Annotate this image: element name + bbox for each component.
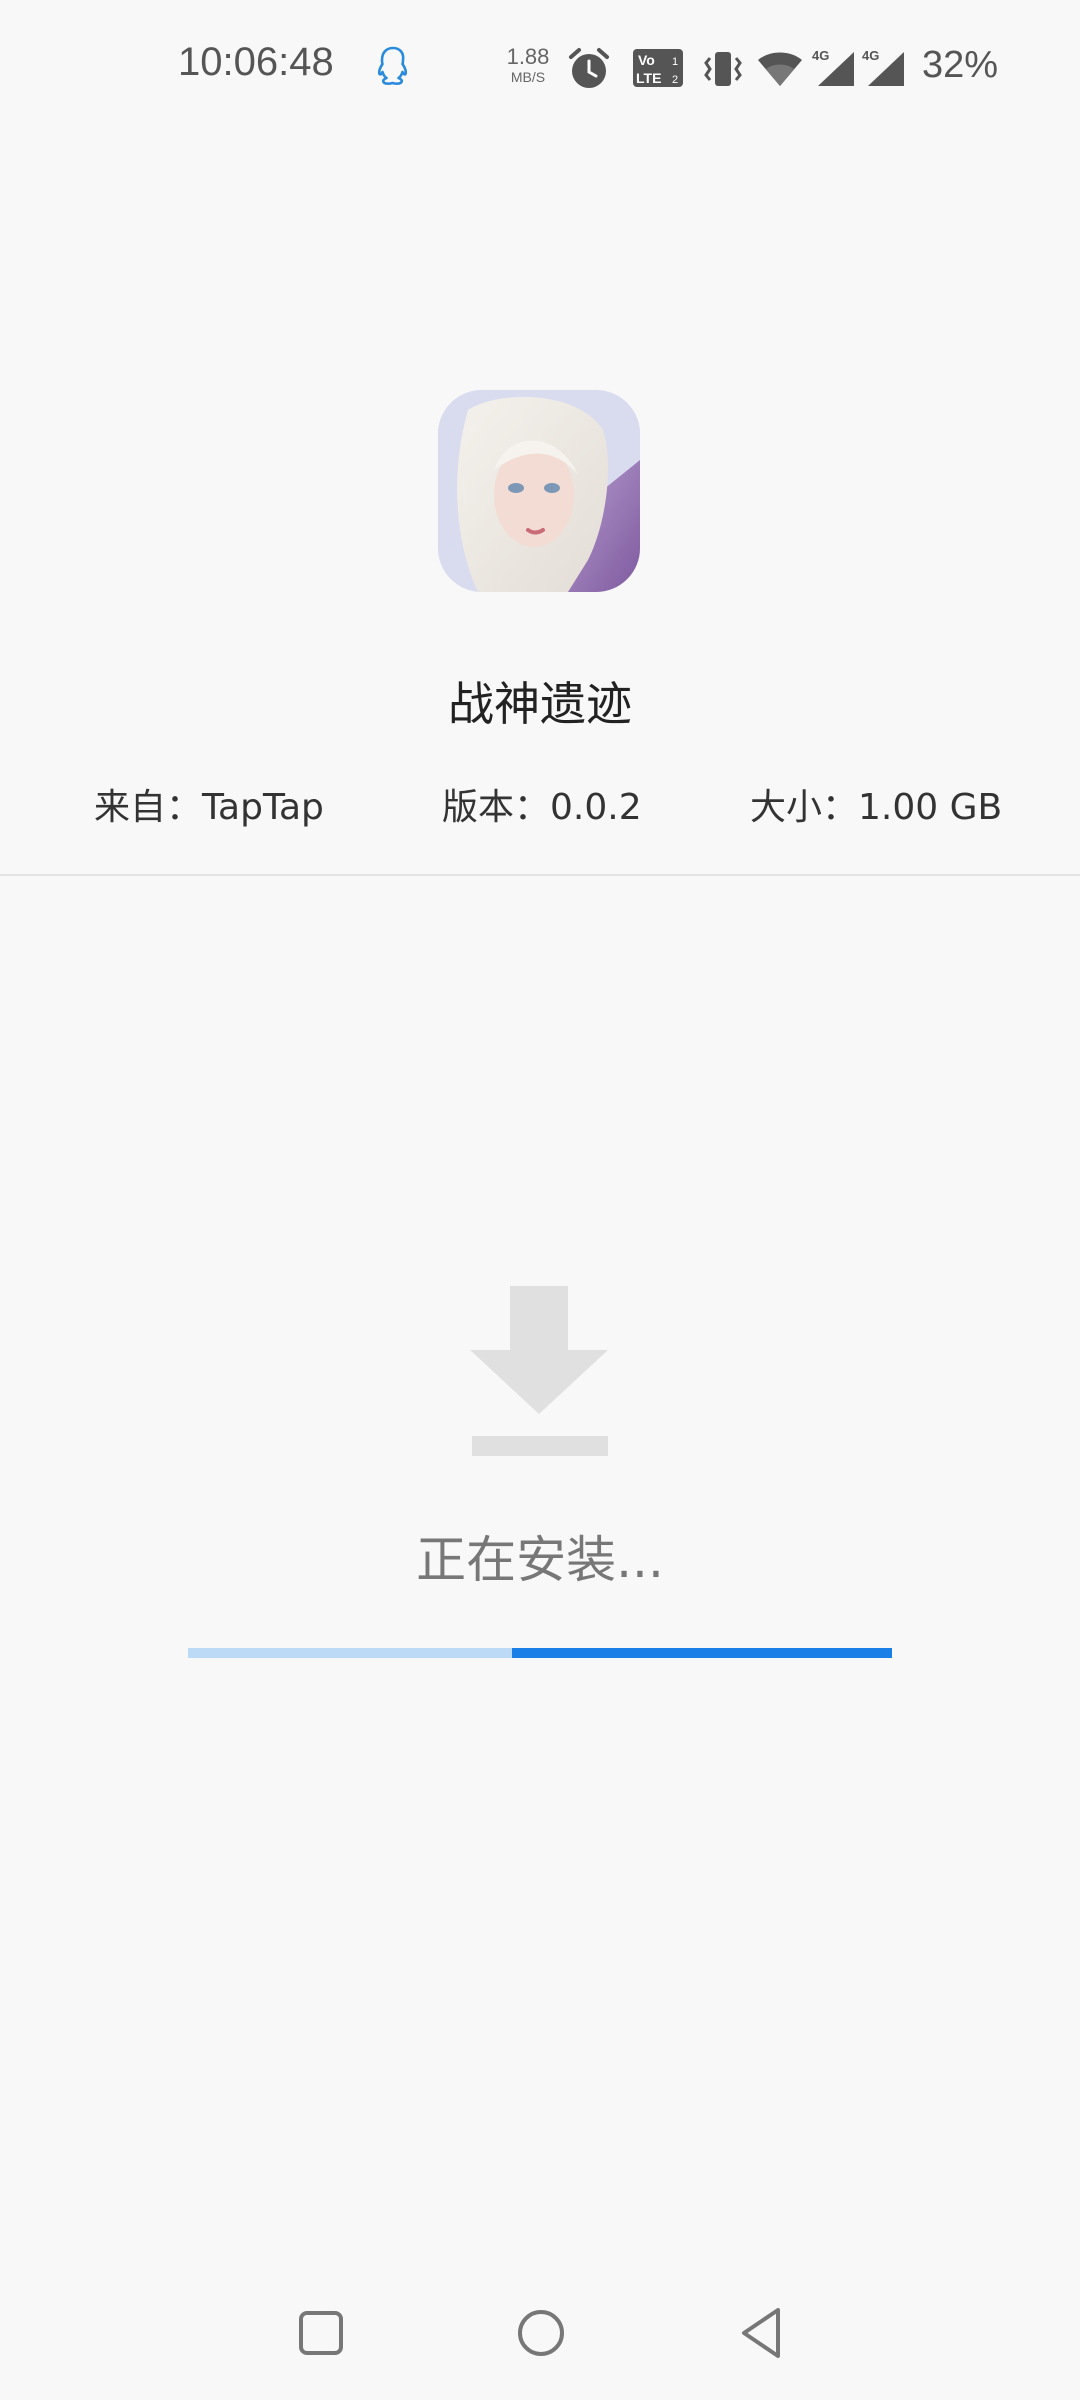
network-type-1: 4G	[812, 48, 829, 63]
status-time: 10:06:48	[178, 40, 334, 84]
download-icon	[470, 1286, 608, 1456]
status-bar: 10:06:48 1.88 MB/S Vo LTE 1 2 4G 4G 32%	[0, 0, 1080, 140]
divider	[0, 874, 1080, 876]
recent-apps-icon[interactable]	[298, 2310, 344, 2356]
app-name: 战神遗迹	[448, 677, 632, 731]
signal-icon: 4G	[812, 48, 854, 86]
back-icon[interactable]	[738, 2306, 784, 2360]
install-progress-fill	[511, 1648, 892, 1658]
app-size: 大小：1.00 GB	[750, 787, 1003, 828]
app-icon	[438, 390, 640, 592]
volte-icon: Vo LTE 1 2	[633, 49, 683, 87]
install-screen: 10:06:48 1.88 MB/S Vo LTE 1 2 4G 4G 32% …	[0, 0, 1080, 2400]
signal-icon: 4G	[862, 48, 904, 86]
volte-top-text: Vo	[638, 52, 655, 68]
home-icon[interactable]	[516, 2308, 566, 2358]
battery-level: 32%	[922, 44, 999, 86]
network-speed-unit: MB/S	[510, 69, 546, 85]
svg-text:1: 1	[672, 56, 678, 68]
install-status-text: 正在安装...	[416, 1531, 664, 1589]
volte-bottom-text: LTE	[636, 70, 661, 86]
app-source: 来自：TapTap	[94, 787, 324, 828]
network-type-2: 4G	[862, 48, 879, 63]
alarm-icon	[569, 48, 609, 88]
qq-icon	[377, 46, 408, 85]
install-progress-bar	[188, 1648, 892, 1658]
svg-text:2: 2	[672, 74, 678, 86]
app-meta-row: 来自：TapTap 版本：0.0.2 大小：1.00 GB	[0, 778, 1080, 828]
wifi-icon	[758, 52, 802, 86]
network-speed-value: 1.88	[506, 44, 550, 69]
app-version: 版本：0.0.2	[442, 787, 642, 828]
app-icon-artwork	[438, 390, 640, 592]
vibrate-icon	[704, 52, 742, 86]
network-speed: 1.88 MB/S	[500, 44, 556, 85]
